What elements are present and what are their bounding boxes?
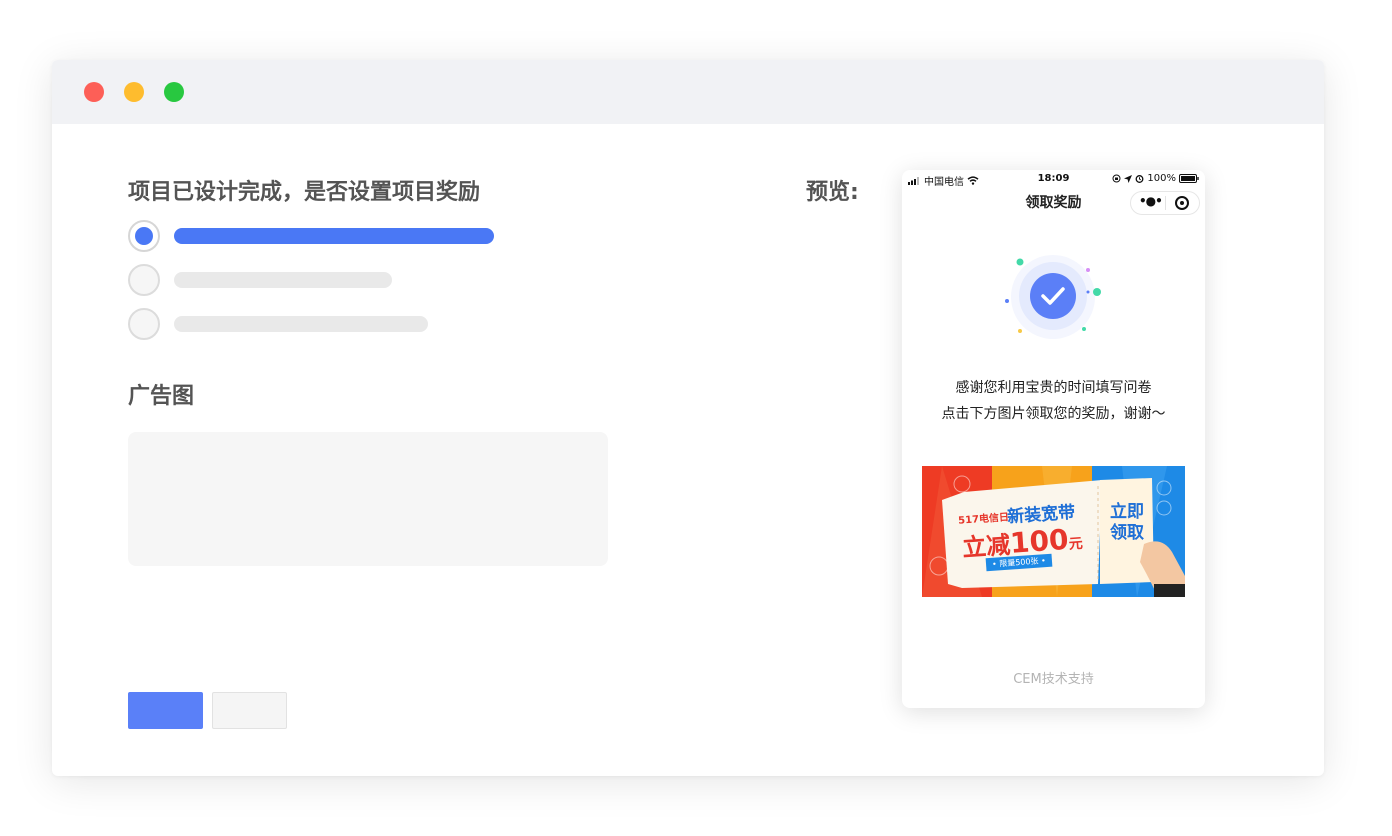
reward-banner-image[interactable]: 517电信日 新装宽带 立减 100 元 • 限量500张 • 立即 领取 [922, 466, 1185, 597]
check-icon [1030, 273, 1076, 319]
mobile-preview: 中国电信 18:09 100% 领取奖励 •●• 感谢您利用宝贵的时间填写问卷 … [902, 170, 1205, 708]
banner-cta-line-1: 立即 [1110, 502, 1144, 522]
app-window: 项目已设计完成，是否设置项目奖励 广告图 预览: 中国电信 18:09 100% [52, 60, 1324, 776]
option-3-placeholder [174, 316, 428, 332]
thanks-line-2: 点击下方图片领取您的奖励，谢谢～ [941, 406, 1166, 422]
mini-program-capsule[interactable]: •●• [1130, 191, 1200, 215]
cancel-button[interactable] [212, 692, 287, 729]
reward-question-title: 项目已设计完成，是否设置项目奖励 [128, 180, 481, 205]
success-illustration [1005, 255, 1101, 339]
minimize-window-button[interactable] [124, 82, 144, 102]
more-icon[interactable]: •●• [1139, 194, 1163, 208]
status-bar: 中国电信 18:09 100% [902, 170, 1205, 188]
location-icon [1124, 174, 1133, 183]
title-bar [52, 60, 1324, 124]
radio-option-1[interactable] [128, 220, 160, 252]
banner-offer-unit: 元 [1068, 535, 1084, 553]
radio-option-3[interactable] [128, 308, 160, 340]
banner-cta-line-2: 领取 [1110, 523, 1144, 543]
option-1-placeholder [174, 228, 494, 244]
rotation-lock-icon [1112, 174, 1121, 183]
banner-cta: 立即 领取 [1110, 502, 1144, 544]
battery-icon [1179, 174, 1199, 183]
alarm-icon [1135, 175, 1144, 183]
capsule-divider [1165, 196, 1166, 210]
ad-image-label: 广告图 [128, 384, 195, 409]
option-2-placeholder [174, 272, 392, 288]
maximize-window-button[interactable] [164, 82, 184, 102]
footer-credit: CEM技术支持 [1013, 672, 1094, 687]
battery-percent: 100% [1147, 173, 1176, 184]
confirm-button[interactable] [128, 692, 203, 729]
ad-image-upload-area[interactable] [128, 432, 608, 566]
close-window-button[interactable] [84, 82, 104, 102]
preview-label: 预览: [806, 180, 859, 205]
radio-option-2[interactable] [128, 264, 160, 296]
target-icon[interactable] [1175, 196, 1189, 210]
thanks-line-1: 感谢您利用宝贵的时间填写问卷 [955, 380, 1152, 396]
